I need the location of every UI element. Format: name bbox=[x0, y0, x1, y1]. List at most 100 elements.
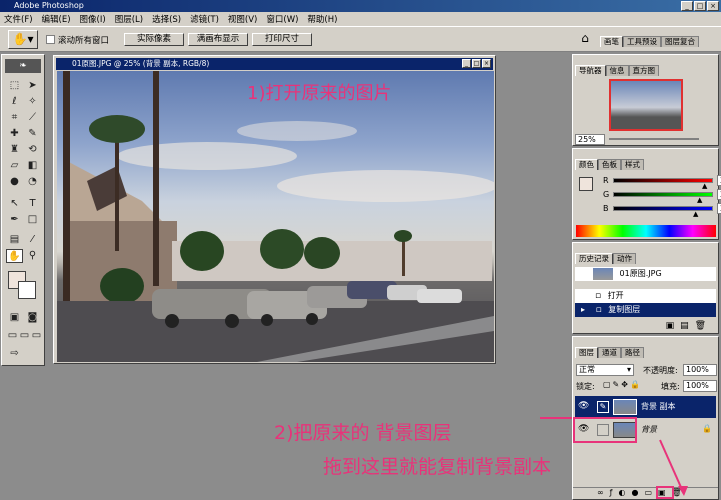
channel-value[interactable]: 220 bbox=[717, 188, 721, 200]
navigator-zoom-field[interactable]: 25% bbox=[575, 134, 605, 145]
crop-tool-icon[interactable]: ⌗ bbox=[6, 111, 23, 125]
fit-screen-button[interactable]: 满画布显示 bbox=[188, 33, 248, 46]
hand-tool-preset[interactable]: ✋▾ bbox=[8, 30, 38, 49]
background-color-swatch[interactable] bbox=[18, 281, 36, 299]
menu-view[interactable]: 视图(V) bbox=[228, 13, 257, 25]
color-fg-swatch[interactable] bbox=[579, 177, 593, 191]
navigator-zoom-slider[interactable] bbox=[609, 138, 699, 140]
tab-channels[interactable]: 通道 bbox=[598, 347, 621, 358]
feather-logo-icon[interactable]: ❧ bbox=[5, 59, 41, 73]
menu-image[interactable]: 图像(I) bbox=[80, 13, 106, 25]
close-icon[interactable]: × bbox=[707, 1, 719, 11]
menu-filter[interactable]: 滤镜(T) bbox=[190, 13, 219, 25]
channel-slider[interactable]: ▲ bbox=[613, 177, 713, 189]
type-tool-icon[interactable]: T bbox=[24, 197, 41, 211]
quickmask-mode-icon[interactable]: ◙ bbox=[24, 311, 41, 325]
window-controls: _ □ × bbox=[681, 1, 719, 11]
blend-mode-select[interactable]: 正常 ▾ bbox=[576, 364, 634, 376]
minimize-icon[interactable]: _ bbox=[681, 1, 693, 11]
document-title: 01原图.JPG @ 25% (背景 副本, RGB/8) bbox=[72, 59, 210, 68]
fill-label: 填充: bbox=[661, 382, 680, 391]
tab-navigator[interactable]: 导航器 bbox=[575, 65, 606, 76]
channel-value[interactable]: 233 bbox=[717, 174, 721, 186]
history-tabs: 历史记录 动作 bbox=[575, 253, 636, 264]
navigator-thumbnail[interactable] bbox=[609, 79, 683, 131]
clone-stamp-icon[interactable]: ♜ bbox=[6, 143, 23, 157]
navigator-tabs: 导航器 信息 直方图 bbox=[575, 65, 659, 76]
palette-well: 画笔 工具预设 图层复合 bbox=[600, 36, 699, 47]
lock-icons[interactable]: ▢✎✥🔒 bbox=[603, 380, 642, 389]
palette-well-tab-brushes[interactable]: 画笔 bbox=[600, 36, 623, 47]
actual-pixels-button[interactable]: 实际像素 bbox=[124, 33, 184, 46]
document-title-bar[interactable]: 01原图.JPG @ 25% (背景 副本, RGB/8) bbox=[56, 58, 493, 70]
brush-tool-icon[interactable]: ✎ bbox=[24, 127, 41, 141]
fill-field[interactable]: 100% bbox=[683, 380, 717, 392]
history-snapshot[interactable]: 01原图.JPG bbox=[575, 267, 716, 281]
color-spectrum-bar[interactable] bbox=[576, 225, 716, 237]
tab-paths[interactable]: 路径 bbox=[621, 347, 644, 358]
tab-info[interactable]: 信息 bbox=[605, 65, 629, 76]
healing-brush-icon[interactable]: ✚ bbox=[6, 127, 23, 141]
menu-edit[interactable]: 编辑(E) bbox=[42, 13, 71, 25]
menu-layer[interactable]: 图层(L) bbox=[115, 13, 143, 25]
toolbox: ❧ ⬚ ➤ ℓ ✧ ⌗ ⟋ ✚ ✎ ♜ ⟲ ▱ ◧ ● ◔ ↖ T ✒ □ ▤ … bbox=[1, 54, 45, 366]
tab-styles[interactable]: 样式 bbox=[621, 159, 644, 170]
channel-slider[interactable]: ▲ bbox=[613, 191, 713, 203]
channel-label: R bbox=[603, 175, 609, 185]
doc-close-icon[interactable]: × bbox=[482, 59, 491, 68]
menu-help[interactable]: 帮助(H) bbox=[307, 13, 337, 25]
screen-mode-3-icon[interactable]: ▭ bbox=[28, 329, 45, 343]
lasso-tool-icon[interactable]: ℓ bbox=[6, 95, 23, 109]
palette-well-tab-comps[interactable]: 图层复合 bbox=[661, 36, 699, 47]
standard-mode-icon[interactable]: ▣ bbox=[6, 311, 23, 325]
doc-minimize-icon[interactable]: _ bbox=[462, 59, 471, 68]
annotation-step2: 2)把原来的 背景图层 bbox=[274, 422, 452, 444]
snapshot-label: 01原图.JPG bbox=[619, 269, 662, 278]
history-item-open[interactable]: ▫ 打开 bbox=[575, 289, 716, 303]
eyedropper-icon[interactable]: ⁄ bbox=[24, 233, 41, 247]
slider-thumb-icon[interactable]: ▲ bbox=[693, 210, 698, 217]
history-brush-icon[interactable]: ⟲ bbox=[24, 143, 41, 157]
blend-mode-value: 正常 bbox=[579, 365, 595, 374]
eraser-tool-icon[interactable]: ▱ bbox=[6, 159, 23, 173]
scroll-all-checkbox[interactable] bbox=[46, 35, 55, 44]
magic-wand-icon[interactable]: ✧ bbox=[24, 95, 41, 109]
channel-value[interactable]: 210 bbox=[717, 202, 721, 214]
path-select-icon[interactable]: ↖ bbox=[6, 197, 23, 211]
gradient-tool-icon[interactable]: ◧ bbox=[24, 159, 41, 173]
zoom-tool-icon[interactable]: ⚲ bbox=[24, 249, 41, 263]
channel-slider[interactable]: ▲ bbox=[613, 205, 713, 217]
document-window-controls: _ □ × bbox=[462, 59, 491, 68]
dodge-tool-icon[interactable]: ◔ bbox=[24, 175, 41, 189]
menu-window[interactable]: 窗口(W) bbox=[266, 13, 298, 25]
print-size-button[interactable]: 打印尺寸 bbox=[252, 33, 312, 46]
notes-tool-icon[interactable]: ▤ bbox=[6, 233, 23, 247]
tab-swatches[interactable]: 色板 bbox=[598, 159, 621, 170]
maximize-icon[interactable]: □ bbox=[694, 1, 706, 11]
doc-maximize-icon[interactable]: □ bbox=[472, 59, 481, 68]
tab-layers[interactable]: 图层 bbox=[575, 347, 598, 358]
tab-history[interactable]: 历史记录 bbox=[575, 253, 613, 264]
canvas-photo[interactable]: 1)打开原来的图片 bbox=[57, 71, 494, 362]
file-browser-icon[interactable]: ⌂ bbox=[577, 31, 593, 47]
tab-color[interactable]: 颜色 bbox=[575, 159, 598, 170]
tab-actions[interactable]: 动作 bbox=[613, 253, 636, 264]
jump-to-imageready-icon[interactable]: ⇨ bbox=[6, 347, 23, 361]
menu-select[interactable]: 选择(S) bbox=[152, 13, 181, 25]
slider-thumb-icon[interactable]: ▲ bbox=[702, 182, 707, 189]
menu-file[interactable]: 文件(F) bbox=[4, 13, 33, 25]
palette-well-tab-presets[interactable]: 工具预设 bbox=[623, 36, 661, 47]
shape-tool-icon[interactable]: □ bbox=[24, 213, 41, 227]
tab-histogram[interactable]: 直方图 bbox=[628, 65, 659, 76]
slider-thumb-icon[interactable]: ▲ bbox=[697, 196, 702, 203]
move-tool-icon[interactable]: ➤ bbox=[24, 79, 41, 93]
history-footer-icons[interactable]: ▣▤🗑 bbox=[666, 321, 712, 331]
color-channel-row: B ▲ 210 bbox=[603, 202, 721, 217]
marquee-tool-icon[interactable]: ⬚ bbox=[6, 79, 23, 93]
pen-tool-icon[interactable]: ✒ bbox=[6, 213, 23, 227]
opacity-field[interactable]: 100% bbox=[683, 364, 717, 376]
hand-tool-icon[interactable]: ✋ bbox=[6, 249, 23, 263]
slice-tool-icon[interactable]: ⟋ bbox=[24, 111, 41, 125]
blur-tool-icon[interactable]: ● bbox=[6, 175, 23, 189]
history-item-duplicate[interactable]: ▸ ▫ 复制图层 bbox=[575, 303, 716, 317]
